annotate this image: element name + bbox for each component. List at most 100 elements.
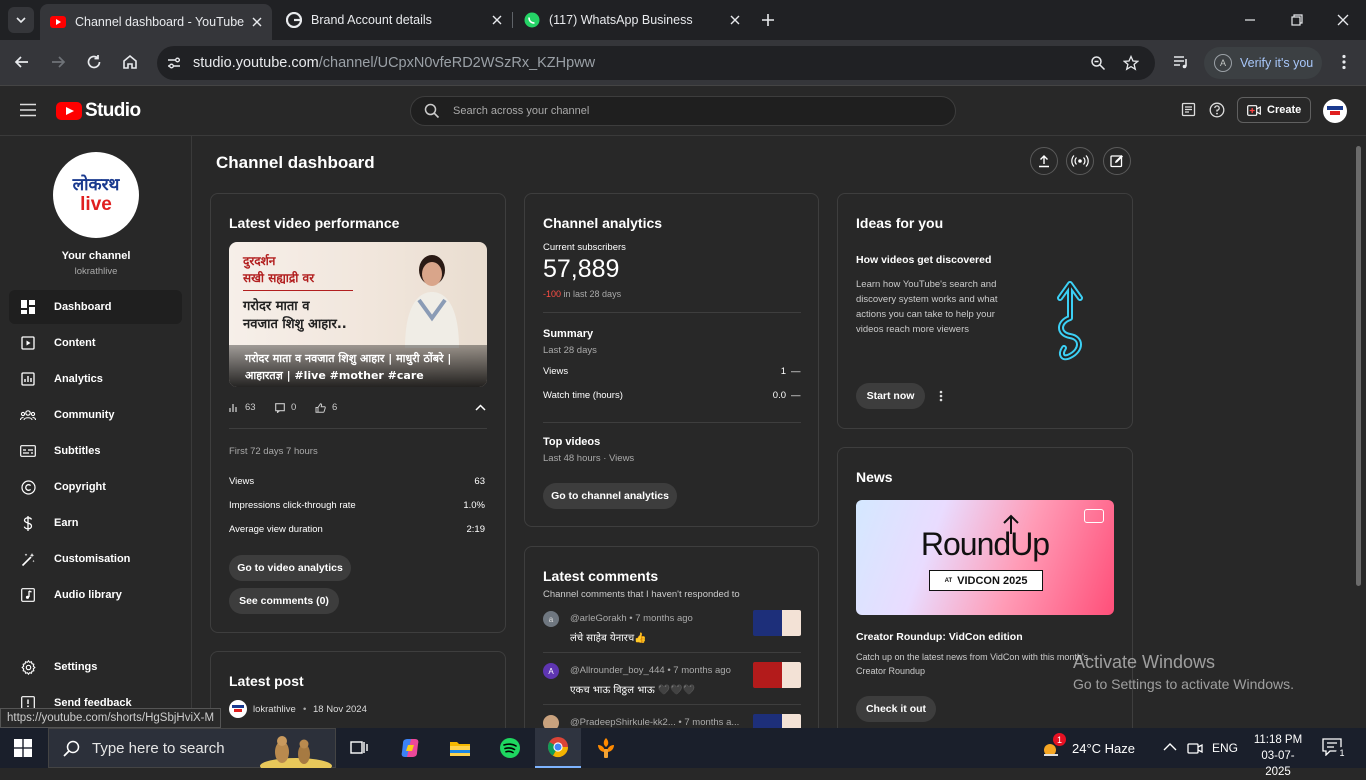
card-heading: Channel analytics <box>543 215 663 231</box>
close-icon[interactable] <box>492 15 502 25</box>
task-view-button[interactable] <box>337 728 383 768</box>
more-vert-icon[interactable] <box>1335 53 1353 71</box>
bookmark-star-icon[interactable] <box>1123 55 1139 71</box>
camera-app-icon[interactable] <box>1187 740 1203 756</box>
copilot-app[interactable] <box>387 728 433 768</box>
weather-widget[interactable]: 1 24°C Haze <box>1040 728 1135 768</box>
sidebar-item-label: Audio library <box>54 589 122 601</box>
video-thumbnail[interactable]: दुरदर्शन सखी सह्याद्री वर गरोदर माता व न… <box>229 242 487 387</box>
create-button[interactable]: Create <box>1237 97 1311 123</box>
fl-studio-app[interactable] <box>583 728 629 768</box>
comment-meta: @Allrounder_boy_444 • 7 months ago <box>570 665 731 676</box>
channel-handle: lokrathlive <box>74 266 118 277</box>
upload-videos-button[interactable] <box>1030 147 1058 175</box>
search-placeholder: Search across your channel <box>453 105 590 117</box>
subscribers-value: 57,889 <box>543 255 620 283</box>
start-now-button[interactable]: Start now <box>856 383 925 409</box>
post-bullet: • <box>303 704 307 715</box>
sidebar-item-analytics[interactable]: Analytics <box>9 362 182 396</box>
presenter-image <box>405 255 459 348</box>
comment-video-thumbnail[interactable] <box>753 610 801 636</box>
weather-badge: 1 <box>1053 733 1066 746</box>
windows-start-icon[interactable] <box>14 739 32 757</box>
sidebar-item-label: Community <box>54 409 115 421</box>
restore-icon[interactable] <box>1287 10 1307 30</box>
audio-library-icon <box>20 587 36 603</box>
media-queue-icon[interactable] <box>1172 53 1190 71</box>
go-to-channel-analytics-button[interactable]: Go to channel analytics <box>543 483 677 509</box>
upload-icon <box>1039 155 1049 168</box>
channel-avatar[interactable]: लोकरथ live <box>53 152 139 238</box>
commenter-avatar: A <box>543 663 559 679</box>
forward-arrow-icon[interactable] <box>49 53 67 71</box>
chevron-up-icon[interactable] <box>1163 742 1177 752</box>
sidebar-item-settings[interactable]: Settings <box>9 650 182 684</box>
check-it-out-button[interactable]: Check it out <box>856 696 936 722</box>
page-scrollbar[interactable] <box>1356 146 1361 586</box>
tab-brand-account[interactable]: Brand Account details <box>276 0 512 40</box>
new-tab-icon[interactable] <box>758 10 778 30</box>
sidebar-item-customisation[interactable]: Customisation <box>9 542 182 576</box>
comments-count: 0 <box>291 402 297 413</box>
tab-search-button[interactable] <box>8 7 34 33</box>
studio-logo[interactable]: Studio <box>56 100 141 122</box>
create-post-button[interactable] <box>1103 147 1131 175</box>
sidebar-item-content[interactable]: Content <box>9 326 182 360</box>
sidebar-item-subtitles[interactable]: Subtitles <box>9 434 182 468</box>
chrome-app[interactable] <box>535 728 581 768</box>
metric-label: Watch time (hours) <box>543 390 623 401</box>
site-info-icon[interactable] <box>166 55 182 71</box>
account-avatar[interactable] <box>1323 99 1347 123</box>
see-comments-button[interactable]: See comments (0) <box>229 588 339 614</box>
card-heading: Latest video performance <box>229 215 400 231</box>
more-vert-icon[interactable] <box>939 390 943 402</box>
go-live-button[interactable] <box>1066 147 1094 175</box>
video-icon <box>1084 509 1104 523</box>
release-notes-icon[interactable] <box>1181 102 1196 117</box>
close-icon[interactable] <box>730 15 740 25</box>
help-icon[interactable] <box>1209 102 1225 118</box>
tab-youtube-studio[interactable]: Channel dashboard - YouTube Studio <box>40 4 272 40</box>
back-arrow-icon[interactable] <box>13 53 31 71</box>
sidebar-item-dashboard[interactable]: Dashboard <box>9 290 182 324</box>
channel-search-input[interactable]: Search across your channel <box>410 96 956 126</box>
go-to-video-analytics-button[interactable]: Go to video analytics <box>229 555 351 581</box>
thumb-divider <box>243 290 353 291</box>
whatsapp-favicon-icon <box>524 12 540 28</box>
notification-center-button[interactable]: 1 <box>1322 738 1348 759</box>
metric-value: 0.0 <box>772 390 786 401</box>
live-broadcast-icon <box>1071 155 1089 167</box>
weather-text: 24°C Haze <box>1072 740 1136 756</box>
sidebar-item-audio-library[interactable]: Audio library <box>9 578 182 612</box>
close-icon[interactable] <box>252 17 262 27</box>
window-close-icon[interactable] <box>1333 10 1353 30</box>
chevron-up-icon[interactable] <box>475 404 486 411</box>
zoom-icon[interactable] <box>1090 55 1106 71</box>
sidebar-item-community[interactable]: Community <box>9 398 182 432</box>
thumb-caption-line: आहारतज्ञ | #live #mother #care #children… <box>245 369 424 387</box>
sidebar-item-earn[interactable]: Earn <box>9 506 182 540</box>
verify-profile-button[interactable]: A Verify it's you <box>1204 47 1322 79</box>
metric-label: Average view duration <box>229 524 323 535</box>
address-bar[interactable]: studio.youtube.com/channel/UCpxN0vfeRD2W… <box>157 46 1155 80</box>
comment-video-thumbnail[interactable] <box>753 662 801 688</box>
sidebar-item-copyright[interactable]: Copyright <box>9 470 182 504</box>
menu-icon[interactable] <box>19 103 37 117</box>
card-heading: Ideas for you <box>856 215 944 231</box>
home-icon[interactable] <box>121 53 139 71</box>
language-indicator[interactable]: ENG <box>1212 728 1238 768</box>
post-author-avatar <box>229 700 247 718</box>
reload-icon[interactable] <box>85 53 103 71</box>
comments-stat: 0 <box>275 402 296 413</box>
taskbar-clock[interactable]: 11:18 PM 03-07-2025 <box>1250 732 1306 780</box>
minimize-icon[interactable] <box>1240 10 1260 30</box>
tab-whatsapp[interactable]: (117) WhatsApp Business <box>514 0 750 40</box>
sidebar-item-label: Customisation <box>54 553 131 565</box>
news-banner-image[interactable]: RoundUp AT VIDCON 2025 <box>856 500 1114 615</box>
spotify-app[interactable] <box>487 728 533 768</box>
metric-value: 1.0% <box>463 500 485 511</box>
browser-tab-bar: Channel dashboard - YouTube Studio Brand… <box>0 0 1366 40</box>
subscribers-label: Current subscribers <box>543 242 626 253</box>
card-heading: News <box>856 469 893 485</box>
file-explorer-app[interactable] <box>437 728 483 768</box>
